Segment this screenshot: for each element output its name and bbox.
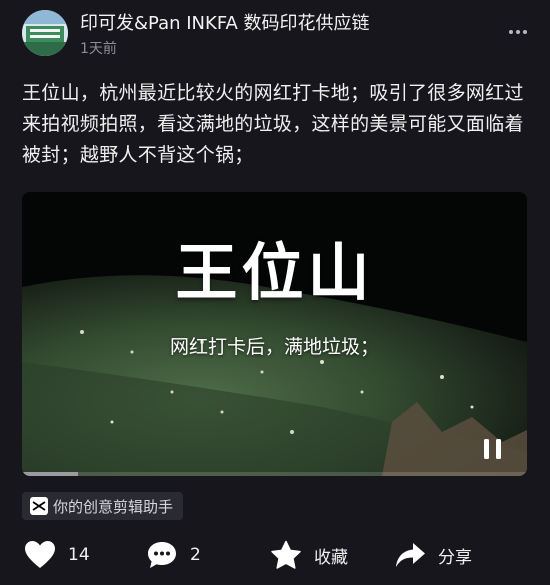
star-icon [271, 540, 301, 569]
post-time: 1天前 [80, 41, 117, 57]
avatar-image [22, 10, 68, 56]
author-name[interactable]: 印可发&Pan INKFA 数码印花供应链 [80, 9, 370, 35]
post-header: 印可发&Pan INKFA 数码印花供应链 1天前 [0, 0, 550, 62]
favorite-button[interactable]: 收藏 [270, 535, 348, 575]
video-progress-fill [22, 472, 78, 476]
post-text: 王位山，杭州最近比较火的网红打卡地；吸引了很多网红过来拍视频拍照，看这满地的垃圾… [22, 82, 524, 166]
pause-icon [484, 439, 501, 459]
app-tag[interactable]: 你的创意剪辑助手 [22, 492, 184, 520]
pause-button[interactable] [481, 436, 505, 462]
share-label: 分享 [438, 547, 472, 568]
comment-icon [148, 542, 176, 568]
comment-button[interactable]: 2 [146, 535, 201, 575]
share-arrow-icon [396, 543, 425, 567]
capcut-icon [30, 497, 48, 515]
video-progress-bar[interactable] [22, 472, 527, 476]
more-options-button[interactable] [508, 22, 528, 42]
more-dots-icon [509, 30, 527, 34]
heart-icon [25, 541, 55, 568]
app-tag-label: 你的创意剪辑助手 [53, 497, 174, 516]
favorite-label: 收藏 [314, 547, 348, 568]
like-button[interactable]: 14 [24, 535, 90, 575]
share-button[interactable]: 分享 [394, 535, 472, 575]
video-subtitle: 网红打卡后，满地垃圾； [169, 336, 379, 358]
video-player[interactable]: 王位山 网红打卡后，满地垃圾； [22, 192, 527, 476]
video-title: 王位山 [175, 236, 374, 309]
comment-count: 2 [190, 545, 201, 565]
like-count: 14 [68, 545, 90, 565]
action-bar: 14 2 收藏 分享 [0, 535, 550, 575]
avatar[interactable] [22, 10, 68, 56]
